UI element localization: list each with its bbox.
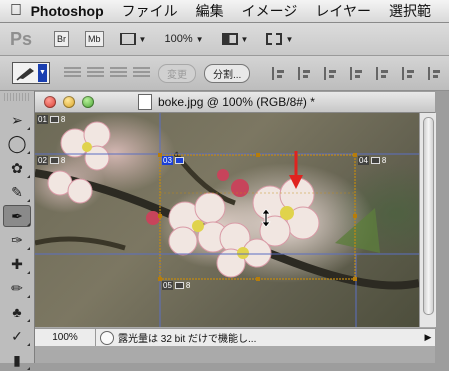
slice-handle-bc[interactable] — [256, 277, 260, 281]
document-titlebar[interactable]: boke.jpg @ 100% (RGB/8#) * — [35, 92, 435, 113]
chevron-down-icon: ▼ — [138, 34, 147, 44]
marquee-tool-icon[interactable]: ◯ — [3, 133, 31, 155]
lasso-tool-icon[interactable]: ✿ — [3, 157, 31, 179]
red-arrow-icon — [289, 151, 303, 189]
zoom-dropdown[interactable]: 100% ▼ — [164, 33, 203, 45]
brush-tool-icon[interactable]: ✏ — [3, 277, 31, 299]
zoom-window-icon[interactable] — [82, 96, 94, 108]
send-to-back-icon[interactable] — [133, 67, 150, 79]
minibridge-button[interactable]: Mb — [85, 31, 104, 47]
distribute-icon[interactable] — [428, 66, 443, 80]
menu-select[interactable]: 選択範 — [389, 1, 431, 21]
menu-bar:  Photoshop ファイル 編集 イメージ レイヤー 選択範 — [0, 0, 449, 23]
status-clock-icon — [100, 330, 114, 345]
slice-handle-br[interactable] — [353, 277, 357, 281]
menu-edit[interactable]: 編集 — [196, 1, 224, 21]
close-icon[interactable] — [44, 96, 56, 108]
status-info: 露光量は 32 bit だけで機能し... — [118, 334, 257, 345]
eraser-tool-icon[interactable]: ▮ — [3, 349, 31, 371]
align-hcenter-icon[interactable] — [376, 66, 391, 80]
document-icon — [138, 94, 152, 110]
slice-label-04[interactable]: 04 8 — [358, 156, 386, 165]
screen-mode-dropdown[interactable]: ▼ — [266, 33, 293, 45]
panel-grip[interactable] — [4, 93, 30, 101]
menu-image[interactable]: イメージ — [242, 1, 298, 21]
slice-label-03[interactable]: 03 — [162, 156, 184, 165]
align-vcenter-icon[interactable] — [298, 66, 313, 80]
align-top-icon[interactable] — [272, 66, 287, 80]
eyedropper-tool-icon[interactable]: ✑ — [3, 229, 31, 251]
image-slice-icon — [49, 157, 59, 164]
slice-handle-tr[interactable] — [353, 153, 357, 157]
image-canvas[interactable]: 01 8 02 8 03 04 8 05 8 — [35, 113, 419, 327]
align-right-icon[interactable] — [402, 66, 417, 80]
slice-select-tool-icon[interactable]: ✒ — [3, 205, 31, 227]
image-slice-icon — [174, 157, 184, 164]
move-tool-icon[interactable]: ➢ — [3, 109, 31, 131]
slice-label-05[interactable]: 05 8 — [162, 281, 190, 290]
clone-stamp-tool-icon[interactable]: ♣ — [3, 301, 31, 323]
slice-handle-tc[interactable] — [256, 153, 260, 157]
vertical-scrollbar[interactable] — [419, 113, 436, 327]
healing-brush-tool-icon[interactable]: ✚ — [3, 253, 31, 275]
chevron-down-icon: ▼ — [240, 34, 249, 44]
arrange-documents-dropdown[interactable]: ▼ — [221, 33, 249, 45]
slice-overlay — [35, 113, 419, 327]
zoom-level: 100% — [164, 33, 193, 45]
menu-layer[interactable]: レイヤー — [315, 1, 371, 21]
resize-cursor-icon — [261, 209, 271, 227]
slice-handle-mr[interactable] — [353, 214, 357, 218]
ps-logo: Ps — [10, 28, 33, 49]
apple-icon[interactable]:  — [10, 2, 23, 20]
divide-button[interactable]: 分割... — [204, 63, 251, 83]
image-slice-icon — [370, 157, 380, 164]
arrange-documents-icon — [221, 33, 238, 45]
send-backward-icon[interactable] — [110, 67, 127, 79]
align-bottom-icon[interactable] — [324, 66, 339, 80]
image-slice-icon — [49, 116, 59, 123]
tool-preset-picker[interactable]: ▼ — [12, 62, 50, 84]
quick-select-tool-icon[interactable]: ✎ — [3, 181, 31, 203]
history-brush-tool-icon[interactable]: ✓ — [3, 325, 31, 347]
chevron-down-icon: ▼ — [195, 34, 204, 44]
bring-forward-icon[interactable] — [87, 67, 104, 79]
status-menu-arrow-icon[interactable]: ▶ — [421, 332, 435, 343]
slice-label-02[interactable]: 02 8 — [37, 156, 65, 165]
menu-app-name[interactable]: Photoshop — [31, 3, 104, 19]
screen-mode-icon — [266, 33, 283, 45]
promote-button[interactable]: 変更 — [158, 63, 196, 83]
slice-label-01[interactable]: 01 8 — [37, 115, 65, 124]
scroll-thumb[interactable] — [423, 117, 434, 315]
zoom-field[interactable]: 100% — [35, 329, 96, 346]
minimize-icon[interactable] — [63, 96, 75, 108]
align-left-icon[interactable] — [350, 66, 365, 80]
slice-select-icon — [16, 68, 34, 81]
chevron-down-icon: ▼ — [285, 34, 294, 44]
bridge-button[interactable]: Br — [54, 31, 70, 47]
view-extras-icon — [119, 33, 136, 45]
slice-handle-ml[interactable] — [158, 214, 162, 218]
options-bar: ▼ 変更 分割... — [0, 56, 449, 91]
status-bar: 100% 露光量は 32 bit だけで機能し... ▶ — [35, 328, 435, 346]
bring-to-front-icon[interactable] — [64, 67, 81, 79]
image-slice-icon — [174, 282, 184, 289]
chevron-down-icon: ▼ — [38, 64, 47, 82]
tools-panel: ➢ ◯ ✿ ✎ ✒ ✑ ✚ ✏ ♣ ✓ ▮ — [0, 91, 35, 370]
document-title: boke.jpg @ 100% (RGB/8#) * — [158, 95, 315, 109]
application-bar: Ps Br Mb ▼ 100% ▼ ▼ ▼ — [0, 23, 449, 56]
view-extras-dropdown[interactable]: ▼ — [119, 33, 147, 45]
menu-file[interactable]: ファイル — [122, 1, 178, 21]
document-window: boke.jpg @ 100% (RGB/8#) * 01 8 02 8 03 … — [35, 92, 436, 363]
